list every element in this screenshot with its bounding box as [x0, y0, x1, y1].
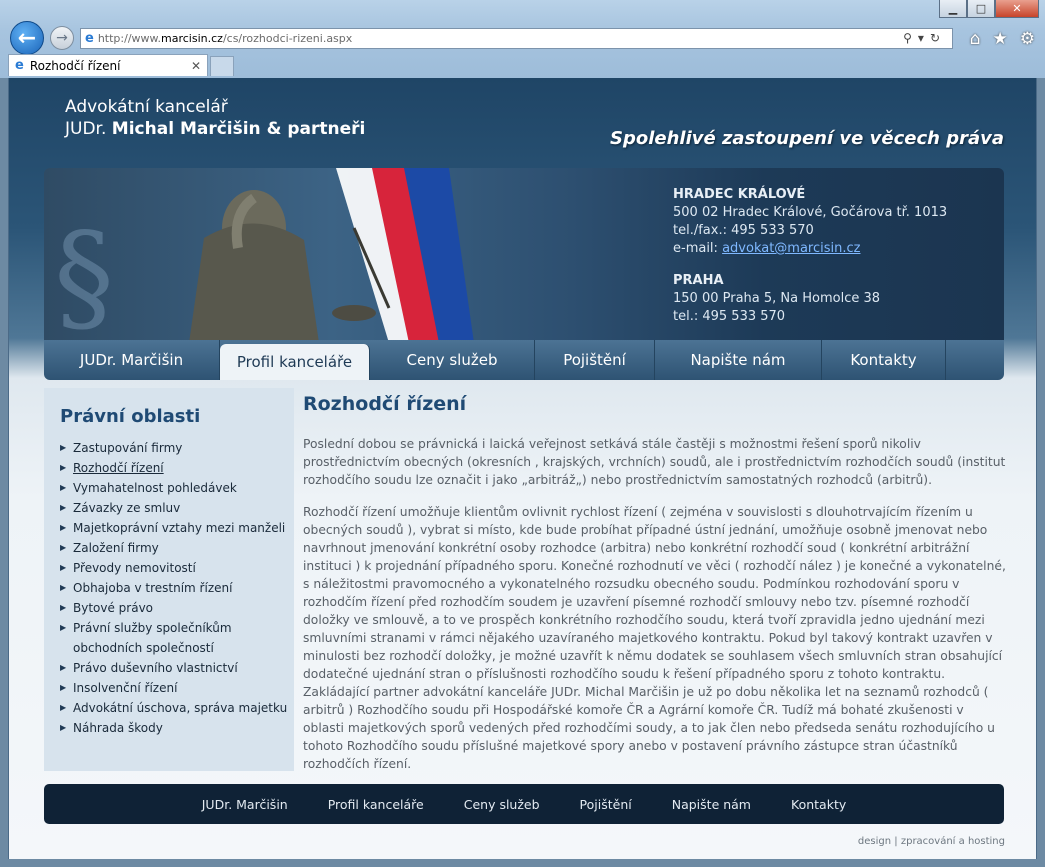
footer-link-pojisteni[interactable]: Pojištění: [580, 797, 632, 812]
contact-gap: [673, 258, 947, 272]
footer-link-profil-kancelare[interactable]: Profil kanceláře: [328, 797, 424, 812]
settings-gear-icon[interactable]: ⚙: [1020, 29, 1035, 49]
new-tab-button[interactable]: [210, 56, 234, 76]
footer-link-ceny-sluzeb[interactable]: Ceny služeb: [464, 797, 540, 812]
firm-name-line1: Advokátní kancelář: [65, 97, 228, 117]
url-path: /cs/rozhodci-rizeni.aspx: [222, 32, 353, 45]
content-paragraph-2: Rozhodčí řízení umožňuje klientům ovlivn…: [303, 505, 1006, 771]
sidebar-title: Právní oblasti: [60, 406, 201, 427]
browser-tab[interactable]: e Rozhodčí řízení ✕: [8, 54, 208, 76]
contact-block: HRADEC KRÁLOVÉ 500 02 Hradec Králové, Go…: [673, 186, 947, 326]
url-prefix: http://www.: [97, 32, 162, 45]
web-page: Advokátní kancelář JUDr. Michal Marčišin…: [8, 78, 1037, 859]
hradec-phone: tel./fax.: 495 533 570: [673, 223, 814, 238]
sidebar-item[interactable]: Převody nemovitostí: [60, 558, 292, 578]
sidebar-item[interactable]: Obhajoba v trestním řízení: [60, 578, 292, 598]
content-paragraph-1: Poslední dobou se právnická i laická veř…: [303, 437, 1006, 487]
favorites-star-icon[interactable]: ★: [993, 29, 1008, 49]
firm-name: Michal Marčišin & partneři: [111, 119, 366, 139]
footer-link-judr-marcisin[interactable]: JUDr. Marčišin: [202, 797, 288, 812]
footer-nav: JUDr. Marčišin Profil kanceláře Ceny slu…: [44, 784, 1004, 824]
address-bar[interactable]: e http://www. marcisin.cz/cs/rozhodci-riz…: [80, 28, 953, 49]
hradec-address: 500 02 Hradec Králové, Gočárova tř. 1013: [673, 205, 948, 220]
home-icon[interactable]: ⌂: [970, 29, 981, 49]
sidebar: Právní oblasti Zastupování firmy Rozhodč…: [44, 388, 294, 771]
firm-name-line2: JUDr. Michal Marčišin & partneři: [65, 119, 365, 139]
forward-arrow-icon: →: [56, 30, 68, 46]
hradec-email-row: e-mail: advokat@marcisin.cz: [673, 240, 947, 258]
tab-ie-icon: e: [15, 58, 24, 73]
sidebar-item[interactable]: Majetkoprávní vztahy mezi manželi: [60, 518, 292, 538]
forward-button[interactable]: →: [50, 26, 74, 50]
sidebar-item-current[interactable]: Rozhodčí řízení: [60, 458, 292, 478]
sidebar-item[interactable]: Právní služby společníkům obchodních spo…: [60, 618, 292, 658]
footer-credits: design | zpracování a hosting: [858, 836, 1005, 847]
ie-logo-icon: e: [85, 31, 94, 46]
credit-separator: |: [894, 836, 898, 847]
praha-address: 150 00 Praha 5, Na Homolce 38: [673, 291, 881, 306]
dropdown-icon[interactable]: ▾: [918, 31, 930, 45]
close-button[interactable]: ✕: [995, 0, 1039, 18]
credit-design[interactable]: design: [858, 836, 891, 847]
email-label: e-mail:: [673, 241, 718, 256]
sidebar-item[interactable]: Založení firmy: [60, 538, 292, 558]
nav-item-pojisteni[interactable]: Pojištění: [535, 340, 655, 380]
nav-item-napiste-nam[interactable]: Napište nám: [655, 340, 822, 380]
sidebar-item[interactable]: Závazky ze smluv: [60, 498, 292, 518]
refresh-icon[interactable]: ↻: [930, 31, 946, 45]
search-icon[interactable]: ⚲: [903, 31, 918, 45]
browser-toolbar-icons: ⌂ ★ ⚙: [970, 29, 1035, 49]
sidebar-item[interactable]: Insolvenční řízení: [60, 678, 292, 698]
credit-hosting[interactable]: zpracování a hosting: [901, 836, 1005, 847]
tab-close-icon[interactable]: ✕: [191, 59, 201, 73]
nav-item-profil-kancelare[interactable]: Profil kanceláře: [220, 344, 370, 380]
browser-chrome: ▁ □ ✕ ← → e http://www. marcisin.cz/cs/ro…: [0, 0, 1045, 78]
header-banner: § HRADEC KRÁLOVÉ 500 02 Hradec Králové, …: [44, 168, 1004, 343]
sidebar-item[interactable]: Zastupování firmy: [60, 438, 292, 458]
back-button[interactable]: ←: [10, 21, 44, 55]
nav-item-ceny-sluzeb[interactable]: Ceny služeb: [370, 340, 535, 380]
lady-justice-image: [189, 168, 474, 343]
window-controls: ▁ □ ✕: [939, 0, 1039, 18]
email-link[interactable]: advokat@marcisin.cz: [722, 241, 860, 256]
hradec-city: HRADEC KRÁLOVÉ: [673, 187, 806, 202]
sidebar-list: Zastupování firmy Rozhodčí řízení Vymaha…: [60, 438, 292, 738]
main-nav: JUDr. Marčišin Profil kanceláře Ceny slu…: [44, 340, 1004, 380]
sidebar-item[interactable]: Právo duševního vlastnictví: [60, 658, 292, 678]
praha-city: PRAHA: [673, 273, 724, 288]
praha-phone: tel.: 495 533 570: [673, 309, 786, 324]
nav-item-judr-marcisin[interactable]: JUDr. Marčišin: [44, 340, 220, 380]
url-host: marcisin.cz: [161, 32, 223, 45]
firm-prefix: JUDr.: [65, 119, 107, 139]
footer-link-kontakty[interactable]: Kontakty: [791, 797, 846, 812]
slogan: Spolehlivé zastoupení ve věcech práva: [610, 128, 1004, 149]
back-arrow-icon: ←: [17, 25, 37, 51]
sidebar-item[interactable]: Advokátní úschova, správa majetku: [60, 698, 292, 718]
address-tools: ⚲▾↻: [903, 31, 946, 45]
maximize-button[interactable]: □: [967, 0, 995, 18]
footer-link-napiste-nam[interactable]: Napište nám: [672, 797, 751, 812]
page-title: Rozhodčí řízení: [303, 393, 467, 415]
sidebar-item[interactable]: Náhrada škody: [60, 718, 292, 738]
nav-item-kontakty[interactable]: Kontakty: [822, 340, 946, 380]
main-content: Rozhodčí řízení Poslední dobou se právni…: [303, 393, 1008, 787]
sidebar-item[interactable]: Vymahatelnost pohledávek: [60, 478, 292, 498]
minimize-button[interactable]: ▁: [939, 0, 967, 18]
tab-title: Rozhodčí řízení: [29, 58, 121, 73]
sidebar-item[interactable]: Bytové právo: [60, 598, 292, 618]
